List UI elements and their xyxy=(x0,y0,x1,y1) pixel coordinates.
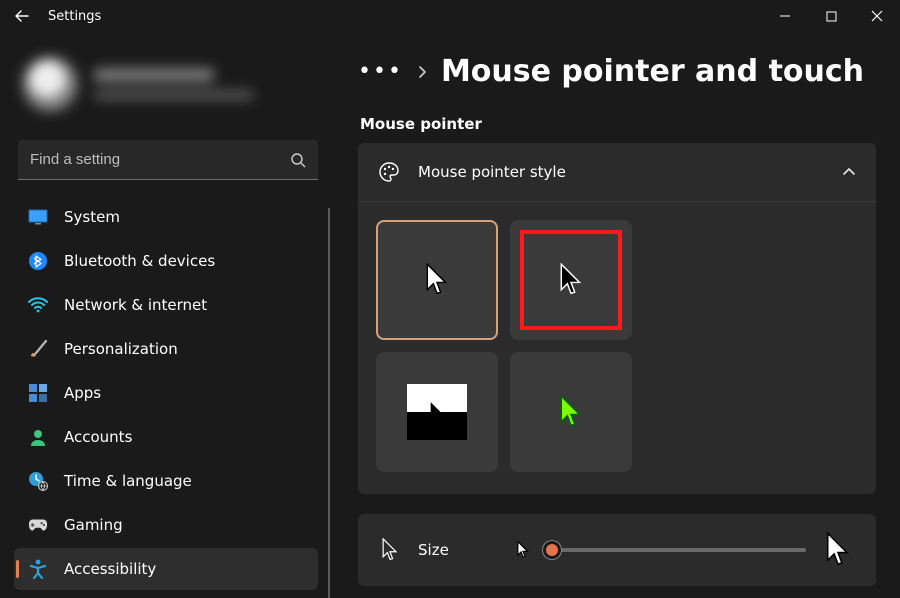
pointer-size-slider[interactable] xyxy=(552,538,806,562)
sidebar-item-system[interactable]: System xyxy=(14,196,318,238)
maximize-button[interactable] xyxy=(808,0,854,32)
maximize-icon xyxy=(826,11,837,22)
avatar xyxy=(20,54,80,114)
cursor-black-icon xyxy=(558,263,584,297)
pointer-style-card: Mouse pointer style xyxy=(358,143,876,494)
sidebar-item-time-language[interactable]: Time & language xyxy=(14,460,318,502)
cursor-large-icon xyxy=(824,532,854,568)
palette-icon xyxy=(378,161,400,183)
close-button[interactable] xyxy=(854,0,900,32)
titlebar: Settings xyxy=(0,0,900,32)
pointer-style-header[interactable]: Mouse pointer style xyxy=(358,143,876,202)
nav-label: Apps xyxy=(64,384,101,402)
sidebar-item-gaming[interactable]: Gaming xyxy=(14,504,318,546)
nav-list: System Bluetooth & devices Network & int… xyxy=(14,196,318,590)
slider-thumb[interactable] xyxy=(543,541,561,559)
arrow-left-icon xyxy=(14,8,30,24)
nav-label: Time & language xyxy=(64,472,192,490)
wifi-icon xyxy=(28,295,48,315)
user-name-redacted xyxy=(94,68,254,100)
main-content: ••• Mouse pointer and touch Mouse pointe… xyxy=(330,32,900,598)
nav-label: Personalization xyxy=(64,340,178,358)
sidebar-item-network[interactable]: Network & internet xyxy=(14,284,318,326)
chevron-up-icon xyxy=(842,167,856,177)
sidebar-item-accounts[interactable]: Accounts xyxy=(14,416,318,458)
page-title: Mouse pointer and touch xyxy=(441,54,864,89)
pointer-style-black[interactable] xyxy=(510,220,632,340)
gamepad-icon xyxy=(28,515,48,535)
minimize-icon xyxy=(779,10,791,22)
size-label: Size xyxy=(418,541,498,559)
sidebar-item-accessibility[interactable]: Accessibility xyxy=(14,548,318,590)
cursor-white-icon xyxy=(424,263,450,297)
search-icon xyxy=(290,152,306,168)
minimize-button[interactable] xyxy=(762,0,808,32)
nav-label: Network & internet xyxy=(64,296,207,314)
breadcrumb: ••• Mouse pointer and touch xyxy=(358,54,876,89)
search-input[interactable] xyxy=(30,151,290,168)
chevron-right-icon xyxy=(417,65,427,79)
search-box[interactable] xyxy=(18,140,318,180)
pointer-style-inverted[interactable] xyxy=(376,352,498,472)
user-profile[interactable] xyxy=(14,42,326,140)
person-icon xyxy=(28,427,48,447)
inverted-cursor-tile xyxy=(407,384,467,440)
cursor-outline-icon xyxy=(380,540,400,560)
close-icon xyxy=(871,10,883,22)
window-title: Settings xyxy=(48,9,101,24)
cursor-custom-icon xyxy=(558,395,584,429)
nav-label: Gaming xyxy=(64,516,123,534)
nav-label: System xyxy=(64,208,120,226)
back-button[interactable] xyxy=(6,0,38,32)
nav-label: Accounts xyxy=(64,428,132,446)
pointer-size-card: Size xyxy=(358,514,876,586)
display-icon xyxy=(28,207,48,227)
breadcrumb-more-button[interactable]: ••• xyxy=(358,61,403,83)
nav-label: Accessibility xyxy=(64,560,156,578)
pointer-style-white[interactable] xyxy=(376,220,498,340)
cursor-small-icon xyxy=(516,541,534,559)
nav-label: Bluetooth & devices xyxy=(64,252,215,270)
scroll-indicator[interactable] xyxy=(328,208,330,598)
sidebar-item-personalization[interactable]: Personalization xyxy=(14,328,318,370)
sidebar: System Bluetooth & devices Network & int… xyxy=(0,32,330,598)
bluetooth-icon xyxy=(28,251,48,271)
accessibility-icon xyxy=(28,559,48,579)
pointer-style-title: Mouse pointer style xyxy=(418,163,824,181)
apps-icon xyxy=(28,383,48,403)
pointer-style-custom[interactable] xyxy=(510,352,632,472)
paintbrush-icon xyxy=(28,339,48,359)
clock-globe-icon xyxy=(28,471,48,491)
sidebar-item-apps[interactable]: Apps xyxy=(14,372,318,414)
section-label-mouse-pointer: Mouse pointer xyxy=(360,115,876,133)
pointer-style-grid xyxy=(358,202,778,494)
sidebar-item-bluetooth[interactable]: Bluetooth & devices xyxy=(14,240,318,282)
